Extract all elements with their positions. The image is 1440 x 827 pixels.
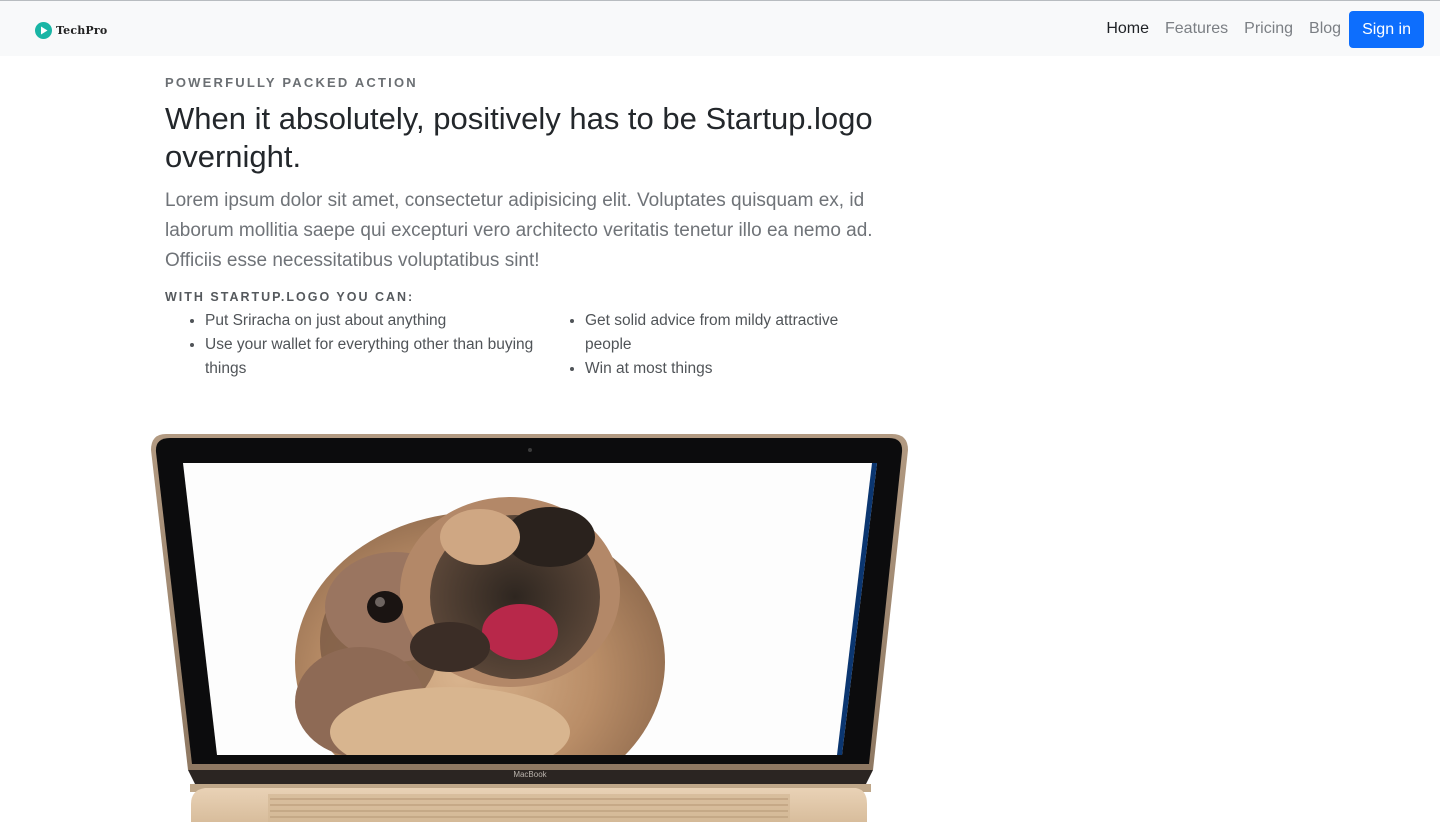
feature-list-left: Put Sriracha on just about anything Use … (165, 309, 545, 381)
nav-home-link[interactable]: Home (1098, 1, 1157, 57)
hero-section: POWERFULLY PACKED ACTION When it absolut… (165, 74, 905, 381)
feature-list: Put Sriracha on just about anything Use … (165, 309, 905, 381)
feature-item: Use your wallet for everything other tha… (205, 333, 545, 381)
feature-item: Win at most things (585, 357, 875, 381)
laptop-illustration: MacBook (151, 434, 908, 822)
main-nav: Home Features Pricing Blog Sign in (1098, 1, 1424, 57)
hero-eyebrow: POWERFULLY PACKED ACTION (165, 75, 418, 90)
laptop-brand-label: MacBook (513, 770, 547, 779)
navbar: TechPro Home Features Pricing Blog Sign … (0, 0, 1440, 56)
brand-name: TechPro (56, 24, 108, 37)
laptop-mockup: MacBook (150, 432, 910, 822)
brand-logo[interactable]: TechPro (35, 22, 107, 39)
sign-in-button[interactable]: Sign in (1349, 10, 1424, 48)
play-circle-icon (35, 22, 52, 39)
nav-blog-link[interactable]: Blog (1301, 1, 1349, 57)
hero-lead: Lorem ipsum dolor sit amet, consectetur … (165, 190, 873, 271)
nav-features-link[interactable]: Features (1157, 1, 1236, 57)
feature-item: Put Sriracha on just about anything (205, 309, 545, 333)
feature-list-right: Get solid advice from mildy attractive p… (545, 309, 875, 381)
hero-title: When it absolutely, positively has to be… (165, 101, 873, 174)
nav-pricing-link[interactable]: Pricing (1236, 1, 1301, 57)
camera-icon (528, 448, 532, 452)
features-heading: WITH STARTUP.LOGO YOU CAN: (165, 290, 415, 304)
feature-item: Get solid advice from mildy attractive p… (585, 309, 875, 357)
